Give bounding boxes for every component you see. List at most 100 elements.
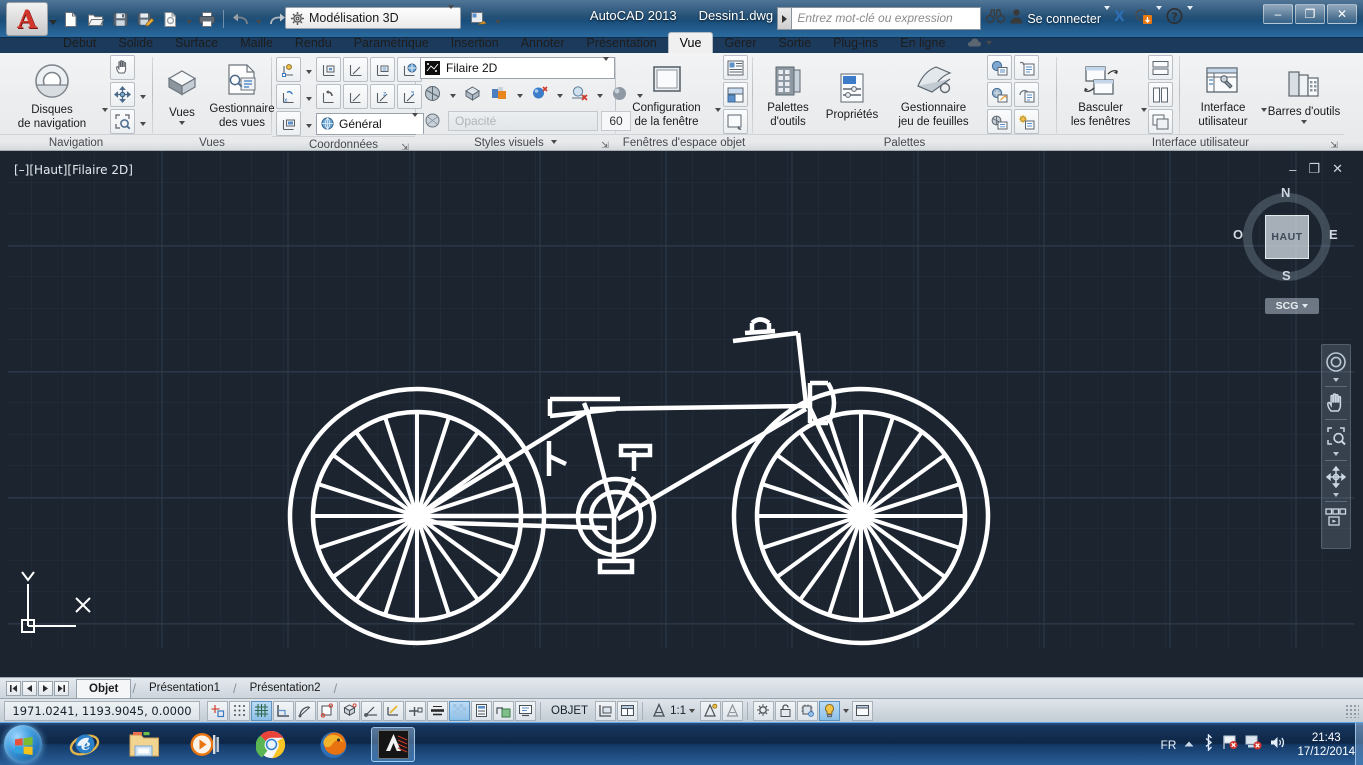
viewport-label[interactable]: [–][Haut][Filaire 2D] — [14, 163, 133, 177]
binoculars-icon[interactable] — [985, 8, 1006, 30]
3d-object-snap-toggle[interactable] — [339, 701, 360, 721]
design-center-button[interactable] — [987, 55, 1012, 80]
layout-space-button[interactable] — [617, 701, 638, 721]
visual-style-settings-button[interactable] — [420, 81, 445, 106]
annotation-monitor-toggle[interactable] — [515, 701, 536, 721]
pan-tool-button[interactable] — [1323, 390, 1349, 416]
toolbars-button[interactable]: Barres d'outils — [1268, 65, 1340, 125]
layout-tab-objet[interactable]: Objet — [76, 679, 131, 698]
viewport-config-caret-icon[interactable] — [715, 108, 721, 112]
view-cube-west-label[interactable]: O — [1233, 227, 1243, 242]
tab-surface[interactable]: Surface — [164, 32, 229, 53]
layout-prev-button[interactable] — [22, 681, 37, 696]
orbit-tool-button[interactable] — [1323, 464, 1349, 490]
visual-style-caret-icon[interactable] — [603, 61, 609, 75]
advanced-render-button[interactable] — [1014, 82, 1039, 107]
tab-presentation[interactable]: Présentation — [575, 32, 667, 53]
save-file-button[interactable] — [108, 6, 132, 32]
taskbar-item-autocad[interactable] — [371, 727, 415, 762]
ucs-selector-caret-icon[interactable] — [1302, 304, 1308, 308]
workspace-switch-button[interactable] — [753, 701, 774, 721]
markup-set-button[interactable] — [1014, 55, 1039, 80]
ucs-previous-button[interactable] — [316, 84, 341, 109]
undo-button[interactable] — [228, 6, 252, 32]
ucs-z-button[interactable]: z — [370, 84, 395, 109]
autodesk-360-caret-icon[interactable] — [1156, 10, 1162, 28]
clock[interactable]: 21:43 17/12/2014 — [1297, 731, 1355, 759]
toolbar-lock-button[interactable] — [775, 701, 796, 721]
views-caret-icon[interactable] — [179, 121, 185, 125]
switch-windows-button[interactable]: Basculer les fenêtres — [1061, 61, 1140, 129]
maximize-button[interactable]: ❐ — [1295, 4, 1325, 24]
workspace-caret-icon[interactable] — [448, 9, 454, 27]
orbit-tool-caret-icon[interactable] — [1323, 491, 1349, 498]
transparency-toggle[interactable] — [449, 701, 470, 721]
language-indicator[interactable]: FR — [1160, 738, 1176, 752]
user-interface-caret-icon[interactable] — [1261, 108, 1267, 112]
layout-next-button[interactable] — [38, 681, 53, 696]
ucs-named-button[interactable] — [276, 111, 301, 136]
opacity-slider[interactable]: Opacité — [448, 111, 598, 131]
object-snap-toggle[interactable] — [317, 701, 338, 721]
face-color-caret-icon[interactable] — [514, 81, 525, 106]
isolate-objects-caret-icon[interactable] — [840, 701, 851, 721]
ucs-selector-combo[interactable]: SCG — [1265, 298, 1319, 314]
taskbar-item-windows-explorer[interactable] — [122, 727, 166, 762]
tab-vue[interactable]: Vue — [668, 32, 714, 53]
tab-sortie[interactable]: Sortie — [767, 32, 822, 53]
shadow-display-button[interactable] — [527, 81, 552, 106]
polar-tracking-toggle[interactable] — [295, 701, 316, 721]
new-file-button[interactable] — [58, 6, 82, 32]
action-center-flag-icon[interactable] — [1222, 734, 1238, 755]
volume-icon[interactable] — [1269, 735, 1286, 755]
tab-parametrique[interactable]: Paramétrique — [343, 32, 440, 53]
show-desktop-button[interactable] — [1355, 723, 1363, 765]
ortho-mode-toggle[interactable] — [273, 701, 294, 721]
bluetooth-icon[interactable] — [1202, 734, 1215, 756]
annotation-scale-control[interactable]: 1:1 — [647, 703, 699, 718]
taskbar-item-firefox[interactable] — [311, 727, 355, 762]
viewport-configuration-button[interactable]: Configuration de la fenêtre — [620, 61, 713, 129]
hardware-acceleration-button[interactable] — [797, 701, 818, 721]
autodesk-exchange-icon[interactable]: X — [1113, 8, 1131, 29]
view-cube[interactable]: HAUT N S E O — [1239, 189, 1335, 285]
showmotion-button[interactable] — [1323, 505, 1349, 531]
plot-preview-button[interactable] — [158, 6, 182, 32]
view-cube-north-label[interactable]: N — [1281, 185, 1290, 200]
auto-scale-button[interactable] — [722, 701, 743, 721]
layout-last-button[interactable] — [54, 681, 69, 696]
tab-solide[interactable]: Solide — [107, 32, 164, 53]
viewport-maximize-button[interactable]: ❐ — [1308, 161, 1320, 177]
zoom-caret-icon[interactable] — [137, 109, 148, 134]
join-viewports-button[interactable] — [723, 82, 748, 107]
ucs-face-button[interactable] — [316, 57, 341, 82]
print-button[interactable] — [195, 6, 219, 32]
selection-cycling-toggle[interactable] — [493, 701, 514, 721]
viewport-minimize-button[interactable]: – — [1289, 162, 1296, 177]
application-menu-caret-icon[interactable] — [49, 20, 57, 25]
ucs-x-button[interactable]: x — [276, 84, 301, 109]
ucs-object-button[interactable] — [370, 57, 395, 82]
view-cube-east-label[interactable]: E — [1329, 227, 1338, 242]
tab-annoter[interactable]: Annoter — [510, 32, 576, 53]
xray-effect-button[interactable] — [460, 81, 485, 106]
taskbar-item-chrome[interactable] — [249, 727, 293, 762]
help-caret-icon[interactable] — [1187, 10, 1193, 28]
grid-snap-toggle[interactable] — [251, 701, 272, 721]
face-color-button[interactable] — [487, 81, 512, 106]
orbit-button[interactable] — [110, 82, 135, 107]
tab-en-ligne[interactable]: En ligne — [889, 32, 956, 53]
layout-first-button[interactable] — [6, 681, 21, 696]
taskbar-item-media-player[interactable] — [182, 727, 226, 762]
ucs-named-caret-icon[interactable] — [303, 111, 314, 136]
coordonnees-dialog-launcher[interactable]: ⇲ — [400, 139, 410, 151]
network-icon[interactable] — [1245, 734, 1262, 755]
start-button[interactable] — [4, 725, 42, 763]
navigation-wheels-caret-icon[interactable] — [102, 108, 108, 112]
zoom-tool-button[interactable] — [1323, 423, 1349, 449]
ucs-3point-button[interactable] — [343, 57, 368, 82]
styles-visuels-expand-caret-icon[interactable] — [551, 140, 557, 144]
application-menu-button[interactable]: A — [6, 2, 48, 36]
object-snap-tracking-toggle[interactable] — [361, 701, 382, 721]
xray-toggle-button[interactable] — [420, 108, 445, 133]
